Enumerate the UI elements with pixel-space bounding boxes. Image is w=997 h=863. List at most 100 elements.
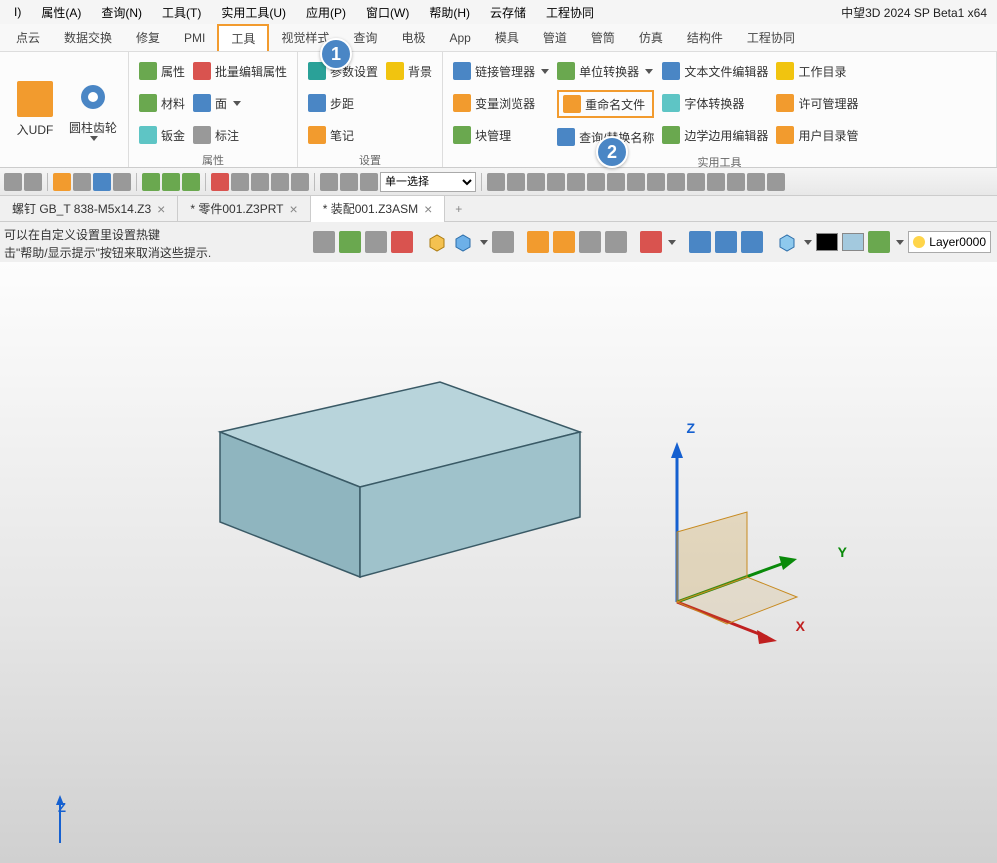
qb-icon[interactable] <box>24 173 42 191</box>
qb-icon[interactable] <box>320 173 338 191</box>
menu-tool[interactable]: 工具(T) <box>152 2 211 23</box>
close-icon[interactable]: × <box>290 201 298 217</box>
qb-icon[interactable] <box>607 173 625 191</box>
tab-pipe[interactable]: 管道 <box>531 25 579 50</box>
chevron-down-icon[interactable] <box>480 240 488 245</box>
menu-help[interactable]: 帮助(H) <box>419 2 480 23</box>
qb-icon[interactable] <box>53 173 71 191</box>
chevron-down-icon[interactable] <box>896 240 904 245</box>
btn-batch-edit[interactable]: 批量编辑属性 <box>193 58 287 84</box>
btn-background[interactable]: 背景 <box>386 58 432 84</box>
qb-icon[interactable] <box>93 173 111 191</box>
mt-icon[interactable] <box>605 231 627 253</box>
qb-icon[interactable] <box>211 173 229 191</box>
close-icon[interactable]: × <box>157 201 165 217</box>
btn-unit-conv[interactable]: 单位转换器 <box>557 58 654 84</box>
qb-icon[interactable] <box>487 173 505 191</box>
layer-selector[interactable]: Layer0000 <box>908 231 991 253</box>
tab-app[interactable]: App <box>437 27 482 49</box>
viewport-3d[interactable]: Z Y X Z <box>0 262 997 863</box>
btn-attr[interactable]: 属性 <box>139 58 185 84</box>
qb-icon[interactable] <box>4 173 22 191</box>
mt-icon[interactable] <box>689 231 711 253</box>
btn-block-mgr[interactable]: 块管理 <box>453 122 549 148</box>
chevron-down-icon[interactable] <box>804 240 812 245</box>
qb-icon[interactable] <box>527 173 545 191</box>
qb-icon[interactable] <box>507 173 525 191</box>
color-swatch[interactable] <box>842 233 864 251</box>
doctab-part[interactable]: * 零件001.Z3PRT× <box>178 196 310 222</box>
mt-icon[interactable] <box>715 231 737 253</box>
tab-tube[interactable]: 管筒 <box>579 25 627 50</box>
menu-app[interactable]: 应用(P) <box>296 2 356 23</box>
black-swatch[interactable] <box>816 233 838 251</box>
qb-icon[interactable] <box>271 173 289 191</box>
btn-work-dir[interactable]: 工作目录 <box>776 58 858 84</box>
tab-tools[interactable]: 工具 <box>217 24 269 51</box>
qb-icon[interactable] <box>73 173 91 191</box>
mt-icon[interactable] <box>391 231 413 253</box>
cube-icon[interactable] <box>426 231 448 253</box>
tab-sim[interactable]: 仿真 <box>627 25 675 50</box>
tab-collab2[interactable]: 工程协同 <box>735 25 807 50</box>
qb-icon[interactable] <box>142 173 160 191</box>
tab-pmi[interactable]: PMI <box>172 27 217 49</box>
mt-icon[interactable] <box>741 231 763 253</box>
mt-icon[interactable] <box>492 231 514 253</box>
tab-repair[interactable]: 修复 <box>124 25 172 50</box>
qb-icon[interactable] <box>727 173 745 191</box>
layers-icon[interactable] <box>868 231 890 253</box>
qb-icon[interactable] <box>707 173 725 191</box>
mt-icon[interactable] <box>365 231 387 253</box>
menu-attr[interactable]: 属性(A) <box>31 2 91 23</box>
qb-icon[interactable] <box>667 173 685 191</box>
qb-icon[interactable] <box>340 173 358 191</box>
mt-icon[interactable] <box>579 231 601 253</box>
cube-icon[interactable] <box>776 231 798 253</box>
menu-collab[interactable]: 工程协同 <box>536 2 604 23</box>
btn-font-conv[interactable]: 字体转换器 <box>662 90 768 116</box>
btn-text-editor[interactable]: 文本文件编辑器 <box>662 58 768 84</box>
qb-icon[interactable] <box>360 173 378 191</box>
menu-utility[interactable]: 实用工具(U) <box>211 2 296 23</box>
qb-icon[interactable] <box>747 173 765 191</box>
qb-icon[interactable] <box>113 173 131 191</box>
qb-icon[interactable] <box>687 173 705 191</box>
qb-icon[interactable] <box>162 173 180 191</box>
tab-mold[interactable]: 模具 <box>483 25 531 50</box>
btn-annotate[interactable]: 标注 <box>193 122 287 148</box>
btn-material[interactable]: 材料 <box>139 90 185 116</box>
mt-icon[interactable] <box>313 231 335 253</box>
btn-insert-udf[interactable]: 入UDF <box>6 56 64 163</box>
doctab-screw[interactable]: 螺钉 GB_T 838-M5x14.Z3× <box>0 196 178 222</box>
doctab-add[interactable]: + <box>445 202 472 216</box>
btn-face[interactable]: 面 <box>193 90 287 116</box>
qb-icon[interactable] <box>182 173 200 191</box>
cube-icon[interactable] <box>452 231 474 253</box>
qb-icon[interactable] <box>291 173 309 191</box>
btn-sheetmetal[interactable]: 钣金 <box>139 122 185 148</box>
qb-icon[interactable] <box>547 173 565 191</box>
menu-query[interactable]: 查询(N) <box>91 2 152 23</box>
mt-icon[interactable] <box>339 231 361 253</box>
menu-cloud[interactable]: 云存储 <box>480 2 536 23</box>
qb-icon[interactable] <box>231 173 249 191</box>
btn-note[interactable]: 笔记 <box>308 122 378 148</box>
doctab-asm[interactable]: * 装配001.Z3ASM× <box>311 196 446 222</box>
tab-exchange[interactable]: 数据交换 <box>52 25 124 50</box>
btn-gear[interactable]: 圆柱齿轮 <box>64 56 122 163</box>
close-icon[interactable]: × <box>424 201 432 217</box>
chevron-down-icon[interactable] <box>668 240 676 245</box>
qb-icon[interactable] <box>251 173 269 191</box>
mt-icon[interactable] <box>640 231 662 253</box>
btn-link-mgr[interactable]: 链接管理器 <box>453 58 549 84</box>
mt-icon[interactable] <box>527 231 549 253</box>
btn-edge-editor[interactable]: 边学边用编辑器 <box>662 122 768 148</box>
menu-window[interactable]: 窗口(W) <box>356 2 419 23</box>
selection-mode-select[interactable]: 单一选择 <box>380 172 476 192</box>
tab-electrode[interactable]: 电极 <box>389 25 437 50</box>
menu-i[interactable]: I) <box>4 3 31 21</box>
qb-icon[interactable] <box>647 173 665 191</box>
qb-icon[interactable] <box>587 173 605 191</box>
btn-rename-file[interactable]: 重命名文件 <box>557 90 654 118</box>
